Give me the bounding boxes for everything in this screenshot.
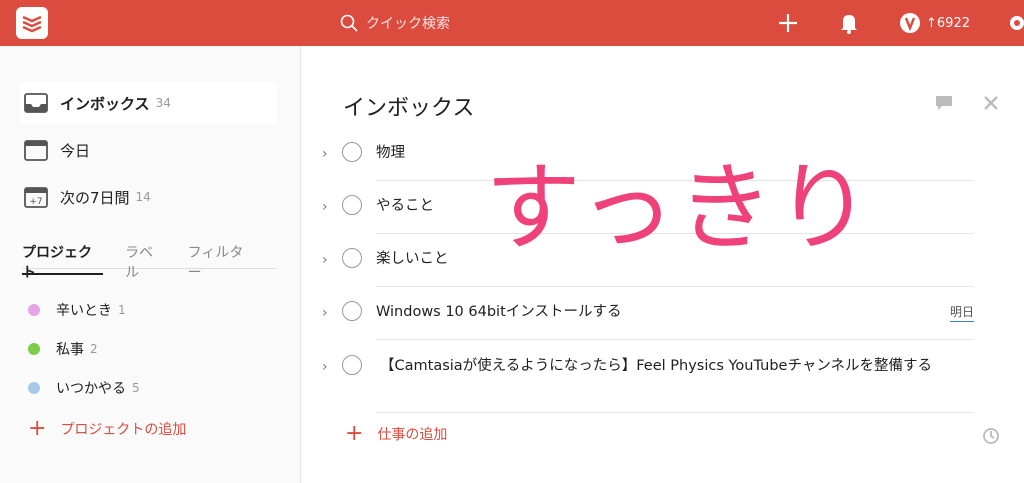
due-date-label[interactable]: 明日 xyxy=(949,303,974,322)
calendar-today-icon xyxy=(24,139,50,161)
tab-projects[interactable]: プロジェクト xyxy=(22,242,104,281)
add-task-label: 仕事の追加 xyxy=(377,427,448,443)
task-row[interactable]: › Windows 10 64bitインストールする 明日 xyxy=(320,287,974,340)
settings-gear-icon[interactable] xyxy=(1007,12,1024,34)
task-row[interactable]: › やること xyxy=(320,181,974,234)
task-row[interactable]: › 物理 xyxy=(320,128,974,181)
project-count: 1 xyxy=(118,303,126,317)
history-icon[interactable] xyxy=(981,426,1001,446)
project-label: 辛いとき xyxy=(56,303,112,319)
project-color-dot xyxy=(28,343,40,355)
sidebar-item-inbox[interactable]: インボックス 34 xyxy=(20,82,277,124)
task-checkbox[interactable] xyxy=(342,142,362,162)
sidebar-item-label: 次の7日間 xyxy=(60,188,130,207)
task-checkbox[interactable] xyxy=(342,355,362,375)
quick-search-input[interactable]: クイック検索 xyxy=(340,10,640,36)
karma-points: 6922 xyxy=(936,15,970,31)
plus-icon: + xyxy=(345,421,364,446)
tab-labels[interactable]: ラベル xyxy=(125,242,166,281)
project-label: いつかやる xyxy=(56,381,126,397)
project-item[interactable]: 私事 2 xyxy=(28,337,98,361)
project-label: 私事 xyxy=(56,342,84,358)
task-row[interactable]: › 楽しいこと xyxy=(320,234,974,287)
task-row[interactable]: › 【Camtasiaが使えるようになったら】Feel Physics YouT… xyxy=(320,341,974,413)
task-checkbox[interactable] xyxy=(342,248,362,268)
project-item[interactable]: いつかやる 5 xyxy=(28,376,140,400)
task-checkbox[interactable] xyxy=(342,195,362,215)
sidebar-item-count: 14 xyxy=(135,190,151,204)
search-icon xyxy=(340,14,358,32)
add-project-button[interactable]: + プロジェクトの追加 xyxy=(28,418,186,440)
sidebar-item-label: インボックス xyxy=(60,94,150,113)
task-text[interactable]: Windows 10 64bitインストールする xyxy=(376,300,621,321)
divider xyxy=(376,412,974,413)
project-color-dot xyxy=(28,304,40,316)
karma-badge-icon xyxy=(900,13,920,33)
add-task-plus-icon[interactable] xyxy=(777,12,799,34)
plus-icon: + xyxy=(28,416,47,441)
tools-icon[interactable] xyxy=(982,94,1000,112)
task-text[interactable]: 物理 xyxy=(376,141,405,162)
inbox-icon xyxy=(24,92,50,114)
sidebar-item-label: 今日 xyxy=(60,141,91,160)
divider xyxy=(376,339,974,340)
notification-bell-icon[interactable] xyxy=(839,12,859,34)
page-title: インボックス xyxy=(343,96,475,121)
task-text[interactable]: 【Camtasiaが使えるようになったら】Feel Physics YouTub… xyxy=(380,354,932,375)
todoist-logo-icon[interactable] xyxy=(16,7,48,39)
search-placeholder: クイック検索 xyxy=(366,16,450,32)
expand-chevron-icon[interactable]: › xyxy=(322,252,328,268)
calendar-week-icon-text: +7 xyxy=(29,197,42,207)
add-project-label: プロジェクトの追加 xyxy=(60,422,187,438)
sidebar-item-next-7-days[interactable]: +7 次の7日間 14 xyxy=(20,176,277,218)
expand-chevron-icon[interactable]: › xyxy=(322,359,328,375)
comment-icon[interactable] xyxy=(934,94,954,112)
sidebar-item-count: 34 xyxy=(155,96,171,110)
project-count: 2 xyxy=(90,342,98,356)
calendar-week-icon: +7 xyxy=(24,186,50,208)
expand-chevron-icon[interactable]: › xyxy=(322,199,328,215)
project-item[interactable]: 辛いとき 1 xyxy=(28,298,126,322)
karma-indicator[interactable]: ↑ 6922 xyxy=(900,12,970,34)
expand-chevron-icon[interactable]: › xyxy=(322,305,328,321)
sidebar-item-today[interactable]: 今日 xyxy=(20,129,277,171)
karma-arrow: ↑ xyxy=(926,15,937,31)
task-text[interactable]: 楽しいこと xyxy=(376,247,449,268)
project-count: 5 xyxy=(132,381,140,395)
project-color-dot xyxy=(28,382,40,394)
sidebar: インボックス 34 今日 +7 次の7日間 14 プロジェクト ラベル フィルタ… xyxy=(0,46,301,483)
add-task-button[interactable]: + 仕事の追加 xyxy=(345,423,447,445)
task-text[interactable]: やること xyxy=(376,194,434,215)
tab-filters[interactable]: フィルター xyxy=(188,242,255,281)
expand-chevron-icon[interactable]: › xyxy=(322,146,328,162)
top-bar: クイック検索 ↑ 6922 xyxy=(0,0,1024,46)
task-checkbox[interactable] xyxy=(342,301,362,321)
sidebar-tabs: プロジェクト ラベル フィルター xyxy=(22,242,277,281)
